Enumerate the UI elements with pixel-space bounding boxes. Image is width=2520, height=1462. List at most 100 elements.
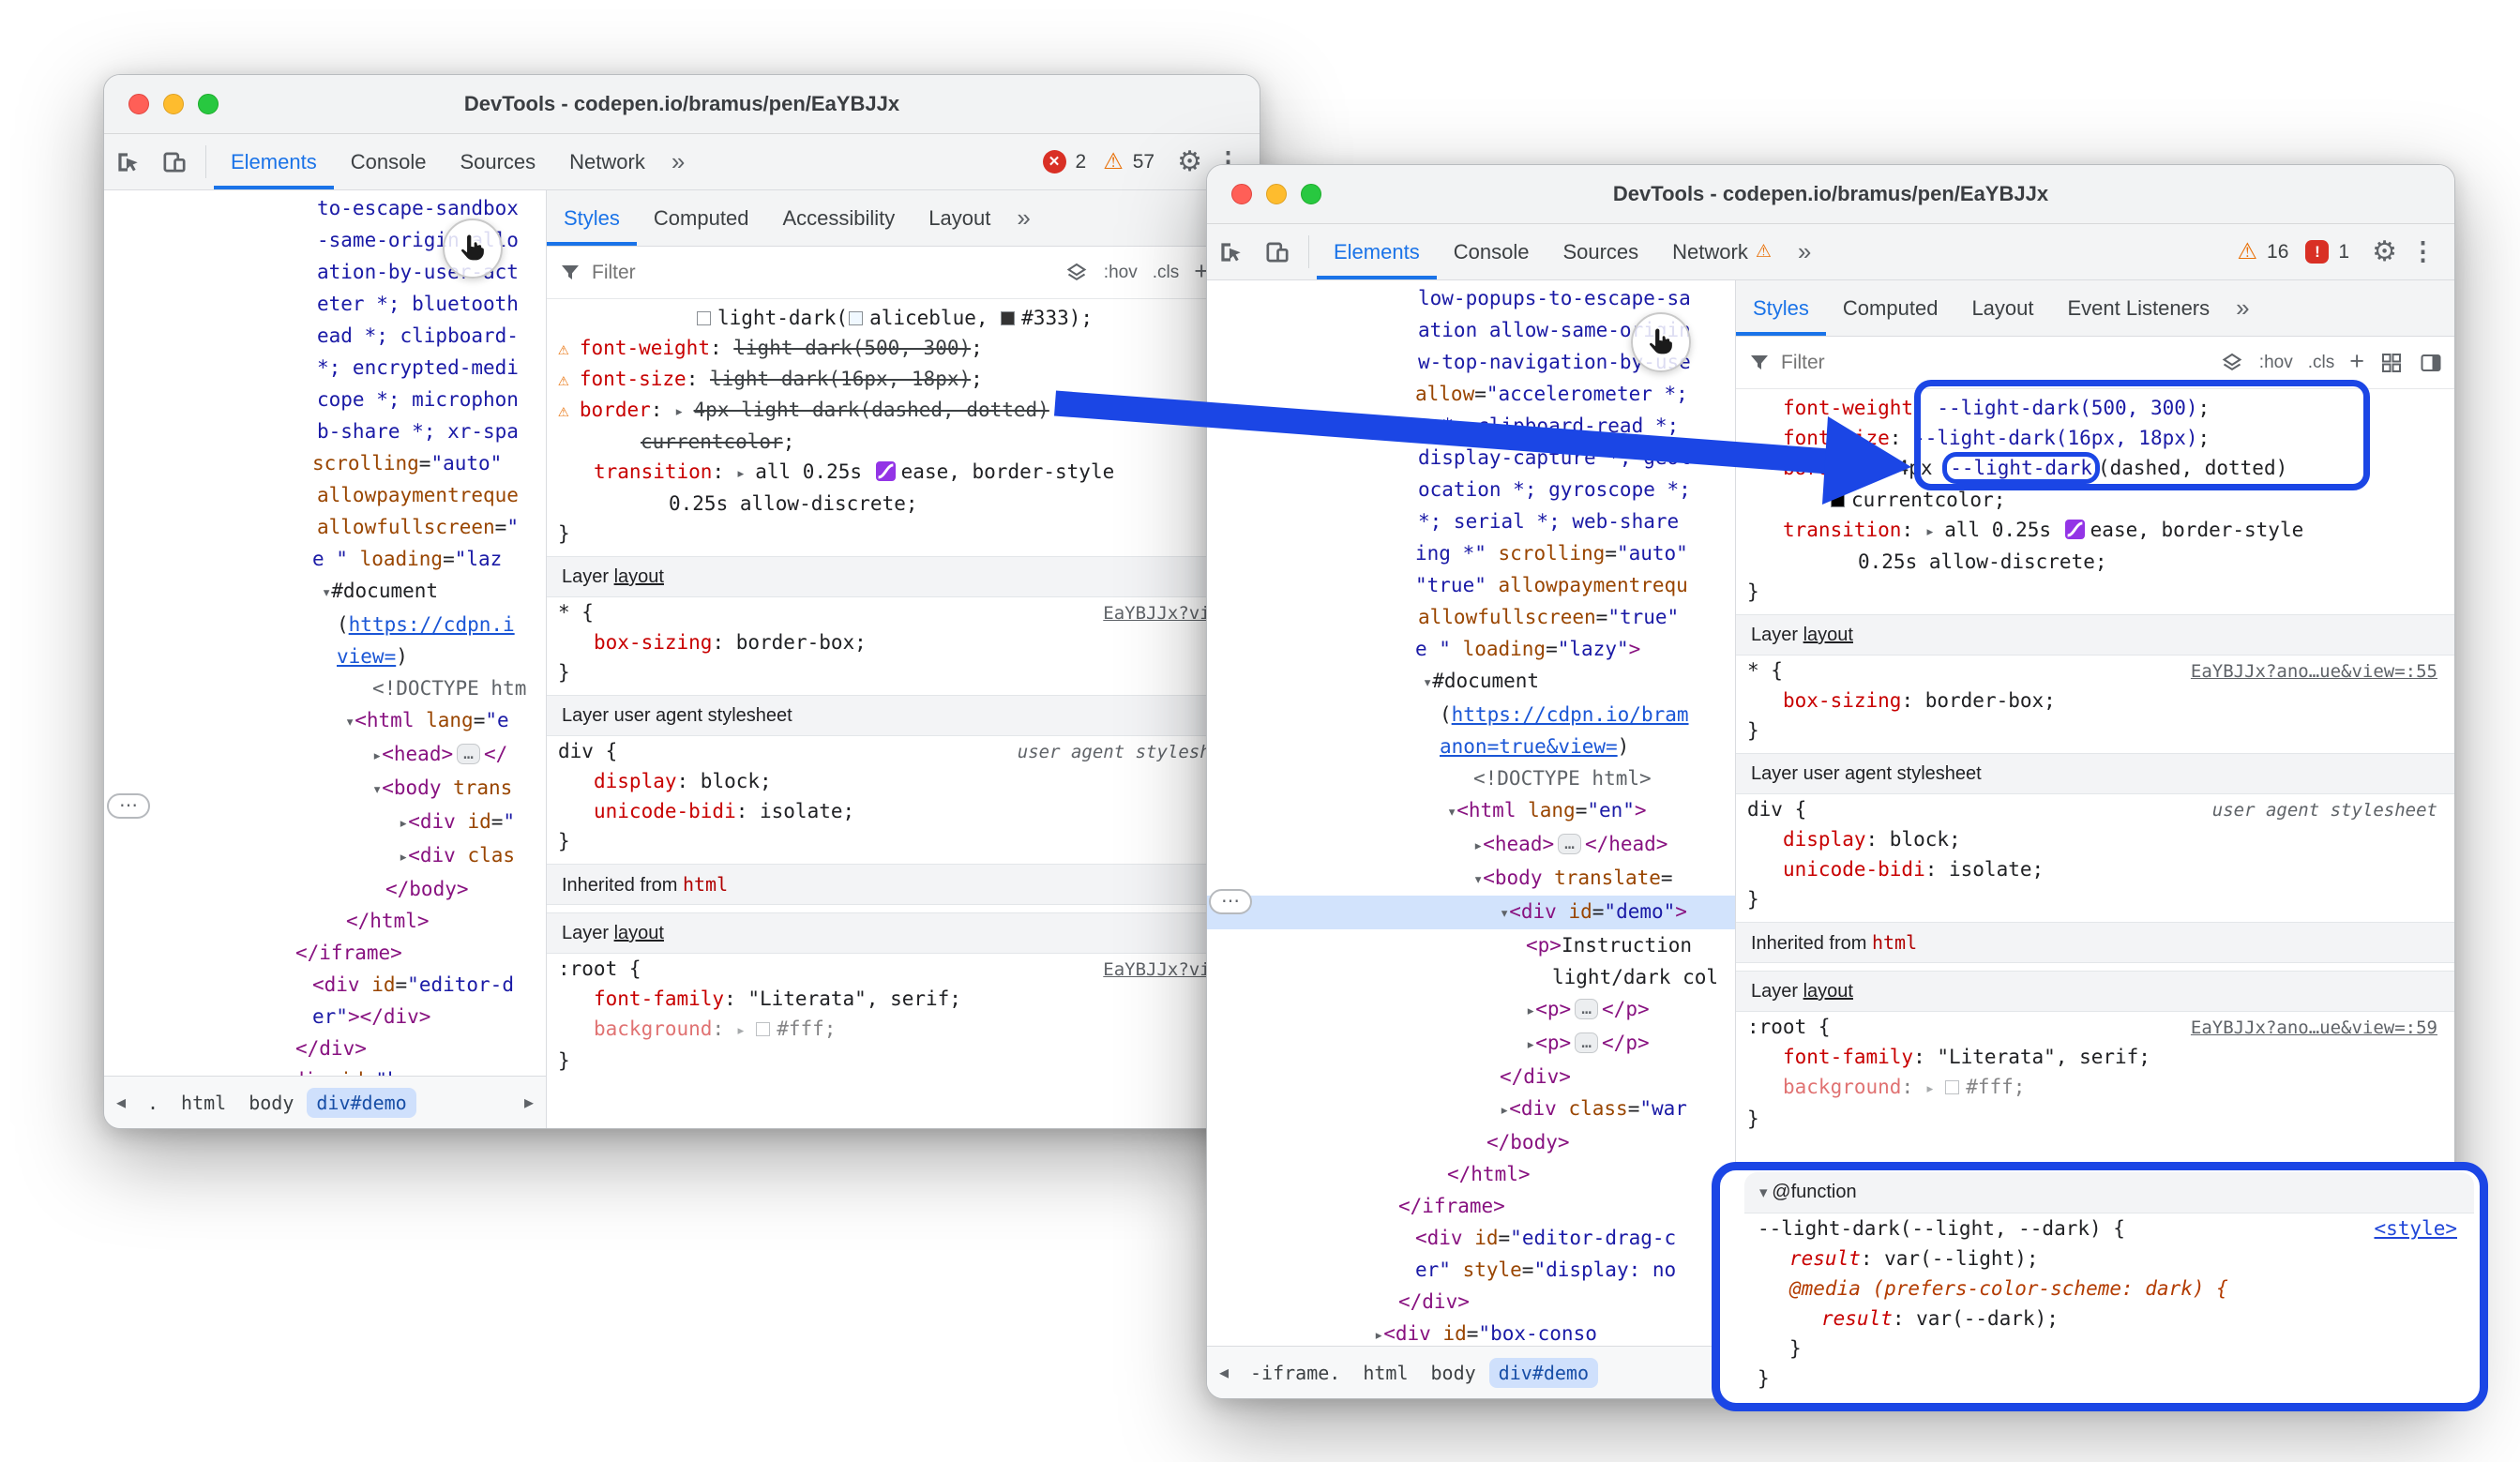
breadcrumb--[interactable]: . bbox=[138, 1088, 168, 1118]
document-url-link[interactable]: https://cdpn.io/bram bbox=[1452, 703, 1689, 726]
tab-elements[interactable]: Elements bbox=[214, 134, 334, 189]
style-row[interactable]: currentcolor; bbox=[547, 427, 1260, 457]
function-row[interactable]: } bbox=[1744, 1364, 2474, 1394]
dom-row[interactable]: ▸<head>…</ bbox=[104, 738, 546, 772]
more-actions-pill[interactable]: ⋯ bbox=[107, 793, 150, 819]
warning-icon[interactable]: ⚠ bbox=[2238, 238, 2258, 265]
dom-row[interactable]: </body> bbox=[1207, 1126, 1735, 1158]
function-row[interactable]: @media (prefers-color-scheme: dark) { bbox=[1744, 1274, 2474, 1304]
section-header[interactable]: Layer user agent stylesheet bbox=[547, 695, 1260, 736]
dom-row[interactable]: b-share *; xr-spa bbox=[104, 415, 546, 447]
titlebar-2[interactable]: DevTools - codepen.io/bramus/pen/EaYBJJx bbox=[1207, 165, 2454, 224]
dom-row[interactable]: ▾<html lang="e bbox=[104, 704, 546, 738]
function-row[interactable]: <style>--light-dark(--light, --dark) { bbox=[1744, 1213, 2474, 1243]
section-header[interactable]: Layer layout bbox=[1736, 971, 2454, 1012]
bezier-easing-icon[interactable] bbox=[876, 461, 896, 481]
dom-row[interactable]: e " loading="lazy"> bbox=[1207, 633, 1735, 665]
style-row[interactable]: } bbox=[1736, 716, 2454, 746]
issues-badge-icon[interactable]: ! bbox=[2305, 240, 2329, 264]
style-row[interactable]: user agent stylesheetdiv { bbox=[1736, 794, 2454, 824]
styles-filter-input[interactable] bbox=[1781, 352, 1959, 374]
code-ell-ellipsis-button[interactable]: … bbox=[457, 744, 480, 764]
dom-row[interactable]: ▸<div id="box-conso bbox=[1207, 1318, 1735, 1346]
style-row[interactable]: font-weight: --light-dark(500, 300); bbox=[1736, 393, 2454, 423]
zoom-button[interactable] bbox=[1301, 184, 1321, 204]
close-button[interactable] bbox=[1231, 184, 1252, 204]
section-header[interactable]: Layer layout bbox=[547, 556, 1260, 597]
toggle-state-button-cls[interactable]: .cls bbox=[1153, 263, 1180, 283]
issue-count[interactable]: 1 bbox=[2338, 241, 2349, 264]
style-row[interactable]: display: block; bbox=[547, 766, 1260, 796]
minimize-button[interactable] bbox=[163, 94, 184, 114]
code-tri-expand-icon[interactable]: ▾ bbox=[1500, 904, 1509, 923]
code-tri-expand-icon[interactable]: ▸ bbox=[1473, 837, 1483, 855]
dom-row[interactable]: ing *" scrolling="auto" bbox=[1207, 537, 1735, 569]
function-row[interactable]: result: var(--dark); bbox=[1744, 1304, 2474, 1334]
dom-row[interactable]: cope *; microphon bbox=[104, 384, 546, 415]
code-fn[interactable]: --light-dark(500, 300) bbox=[1937, 397, 2197, 419]
error-badge-icon[interactable]: ✕ bbox=[1043, 150, 1066, 173]
style-row[interactable]: EaYBJJx?view=:root { bbox=[547, 954, 1260, 984]
function-row[interactable]: result: var(--light); bbox=[1744, 1243, 2474, 1274]
device-toolbar-icon[interactable] bbox=[1254, 224, 1301, 279]
settings-gear-icon[interactable]: ⚙ bbox=[1177, 145, 1202, 178]
code-tri-expand-icon[interactable]: ▾ bbox=[1423, 673, 1432, 692]
dom-row[interactable]: <!DOCTYPE html> bbox=[1207, 762, 1735, 794]
code-tri-expand-icon[interactable]: ▾ bbox=[345, 713, 355, 731]
code-fn[interactable]: --light-dark(16px, 18px) bbox=[1913, 427, 2197, 449]
style-row[interactable]: EaYBJJx?ano…ue&view=:59:root { bbox=[1736, 1012, 2454, 1042]
cascade-layers-icon[interactable] bbox=[2220, 351, 2244, 375]
tab-accessibility[interactable]: Accessibility bbox=[765, 190, 912, 246]
dom-row[interactable]: allowfullscreen="true" bbox=[1207, 601, 1735, 633]
dom-row[interactable]: ▸<div id=" bbox=[104, 806, 546, 839]
code-ell-ellipsis-button[interactable]: … bbox=[1558, 834, 1581, 854]
style-row[interactable]: currentcolor; bbox=[1736, 485, 2454, 515]
cascade-layers-icon[interactable] bbox=[1064, 261, 1089, 285]
dom-row[interactable]: allowpaymentreque bbox=[104, 479, 546, 511]
code-tri-expand-icon[interactable]: ▸ bbox=[674, 402, 693, 421]
dom-row[interactable]: (https://cdpn.io/bram bbox=[1207, 699, 1735, 731]
code-srclink[interactable]: EaYBJJx?ano…ue&view=:55 bbox=[2191, 661, 2437, 682]
style-row[interactable]: } bbox=[547, 519, 1260, 549]
light-dark-function-link[interactable]: --light-dark bbox=[1947, 457, 2095, 479]
section-header[interactable]: Layer layout bbox=[1736, 614, 2454, 656]
tab-computed[interactable]: Computed bbox=[637, 190, 766, 246]
dom-row[interactable]: </div> bbox=[1207, 1061, 1735, 1093]
style-row[interactable]: font-family: "Literata", serif; bbox=[1736, 1042, 2454, 1072]
styles-filter-input[interactable] bbox=[592, 262, 770, 284]
more-actions-pill[interactable]: ⋯ bbox=[1209, 889, 1252, 914]
dom-row[interactable]: ▸<p>…</p> bbox=[1207, 993, 1735, 1027]
warning-count[interactable]: 16 bbox=[2267, 241, 2288, 264]
tab-network[interactable]: Network⚠ bbox=[1655, 224, 1788, 279]
code-tri-expand-icon[interactable]: ▸ bbox=[372, 746, 382, 765]
dom-row[interactable]: a *; clipboard-read *; bbox=[1207, 410, 1735, 442]
device-toolbar-icon[interactable] bbox=[151, 134, 198, 189]
code-tri-expand-icon[interactable]: ▾ bbox=[1759, 1183, 1772, 1201]
inspect-element-icon[interactable] bbox=[104, 134, 151, 189]
code-sechtml[interactable]: html bbox=[1872, 931, 1917, 954]
zoom-button[interactable] bbox=[198, 94, 219, 114]
style-row[interactable]: } bbox=[1736, 1104, 2454, 1134]
style-row[interactable]: unicode-bidi: isolate; bbox=[1736, 854, 2454, 884]
function-row[interactable]: } bbox=[1744, 1334, 2474, 1364]
warning-icon[interactable]: ⚠ bbox=[1103, 148, 1124, 175]
code-tri-expand-icon[interactable]: ▸ bbox=[399, 814, 408, 833]
code-seclink[interactable]: layout bbox=[614, 923, 664, 943]
rule-source-link[interactable]: user agent stylesheet bbox=[2212, 794, 2437, 825]
code-tri-expand-icon[interactable]: ▾ bbox=[322, 583, 331, 602]
dom-row[interactable]: ▸<head>…</head> bbox=[1207, 828, 1735, 862]
more-panels-button[interactable]: » bbox=[1788, 224, 1820, 279]
breadcrumb-body[interactable]: body bbox=[1422, 1358, 1486, 1388]
code-tri-expand-icon[interactable]: ▾ bbox=[372, 780, 382, 799]
breadcrumb-div#demo[interactable]: div#demo bbox=[1489, 1358, 1598, 1388]
dom-row[interactable]: *; encrypted-medi bbox=[104, 352, 546, 384]
dom-row[interactable]: ▾<html lang="en"> bbox=[1207, 794, 1735, 828]
tab-console[interactable]: Console bbox=[334, 134, 444, 189]
style-row[interactable]: box-sizing: border-box; bbox=[1736, 686, 2454, 716]
dom-row[interactable]: er"></div> bbox=[104, 1001, 546, 1032]
dom-row[interactable]: e " loading="laz bbox=[104, 543, 546, 575]
code-tri-expand-icon[interactable]: ▸ bbox=[1374, 1326, 1383, 1345]
settings-gear-icon[interactable]: ⚙ bbox=[2372, 235, 2397, 268]
tab-styles[interactable]: Styles bbox=[1736, 280, 1826, 336]
tab-layout[interactable]: Layout bbox=[912, 190, 1007, 246]
